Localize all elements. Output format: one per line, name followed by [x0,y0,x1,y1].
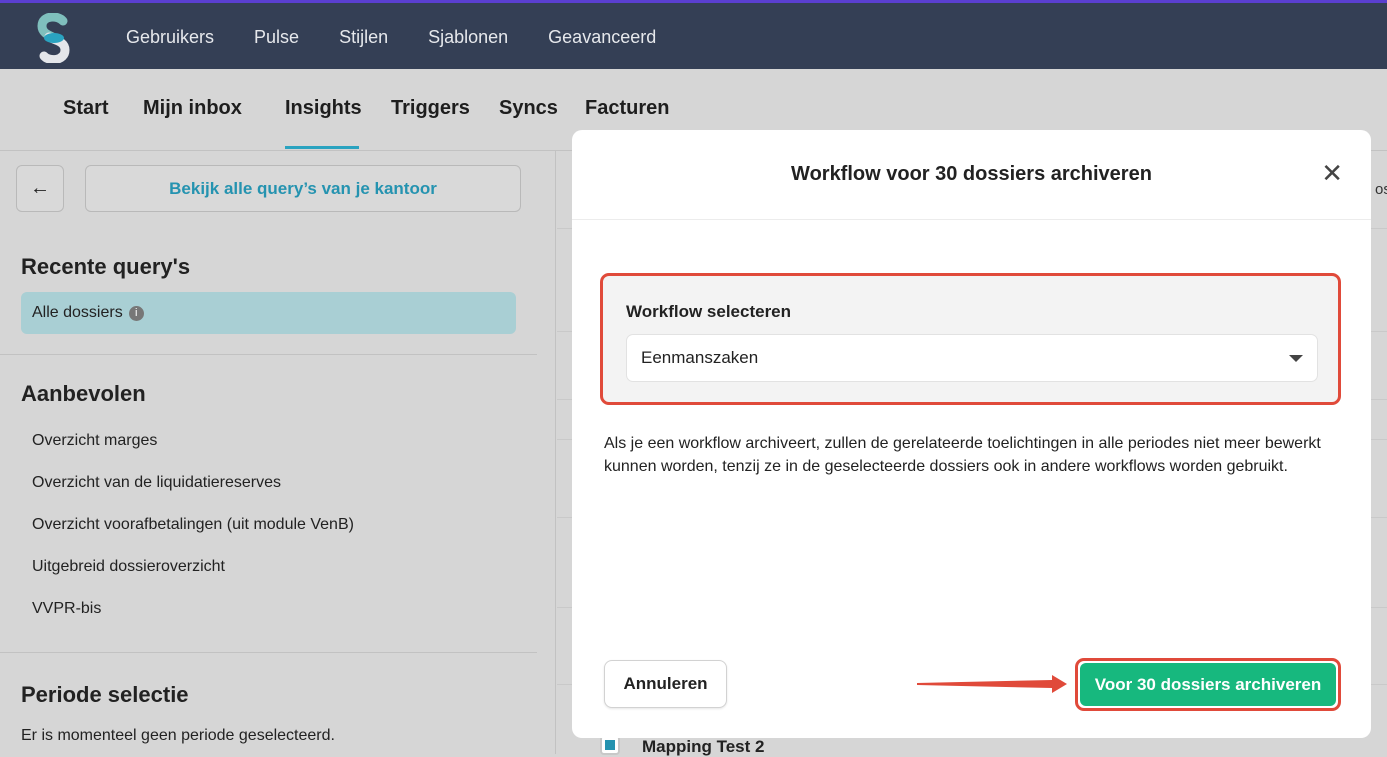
confirm-archive-button[interactable]: Voor 30 dossiers archiveren [1080,663,1336,706]
modal-title: Workflow voor 30 dossiers archiveren [791,163,1152,185]
background-column-header: oss [1375,181,1387,198]
nav-pulse[interactable]: Pulse [254,27,299,48]
nav-geavanceerd[interactable]: Geavanceerd [548,27,656,48]
divider [0,652,537,653]
recommended-item[interactable]: Overzicht van de liquidatiereserves [32,474,281,492]
tab-facturen[interactable]: Facturen [585,97,669,120]
row-label: Mapping Test 2 [642,737,765,756]
row-checkbox[interactable] [600,735,620,755]
top-navbar: Gebruikers Pulse Stijlen Sjablonen Geava… [0,0,1387,69]
modal-description: Als je een workflow archiveert, zullen d… [604,435,1321,475]
recommended-heading: Aanbevolen [21,381,146,406]
arrow-left-icon: ← [30,177,50,199]
recent-query-item[interactable]: Alle dossiers i [21,292,516,334]
recommended-item[interactable]: Uitgebreid dossieroverzicht [32,558,225,576]
cancel-button[interactable]: Annuleren [604,660,727,708]
chevron-down-icon [1289,355,1303,362]
recommended-item[interactable]: Overzicht voorafbetalingen (uit module V… [32,516,354,534]
recommended-item[interactable]: Overzicht marges [32,432,157,450]
tab-mijn-inbox[interactable]: Mijn inbox [143,97,242,120]
sidebar: ← Bekijk alle query’s van je kantoor Rec… [0,151,556,754]
workflow-select-section: Workflow selecteren Eenmanszaken [600,273,1341,405]
period-text: Er is momenteel geen periode geselecteer… [21,727,335,744]
close-icon[interactable]: ✕ [1321,160,1343,186]
tab-syncs[interactable]: Syncs [499,97,558,120]
active-tab-indicator [285,146,359,149]
tab-insights[interactable]: Insights [285,97,362,120]
info-icon[interactable]: i [128,306,144,321]
period-heading: Periode selectie [21,682,189,707]
nav-sjablonen[interactable]: Sjablonen [428,27,508,48]
recent-query-label: Alle dossiers [32,304,123,321]
workflow-select[interactable]: Eenmanszaken [626,334,1318,382]
annotation-arrow-icon [917,675,1067,693]
workflow-select-value: Eenmanszaken [641,348,759,367]
recent-queries-heading: Recente query's [21,254,191,279]
recommended-item[interactable]: VVPR-bis [32,600,101,618]
tab-triggers[interactable]: Triggers [391,97,470,120]
all-queries-button[interactable]: Bekijk alle query’s van je kantoor [85,165,521,212]
modal-header: Workflow voor 30 dossiers archiveren ✕ [572,130,1371,220]
tab-start[interactable]: Start [63,97,109,120]
workflow-select-label: Workflow selecteren [626,302,792,321]
nav-stijlen[interactable]: Stijlen [339,27,388,48]
confirm-highlight: Voor 30 dossiers archiveren [1075,658,1341,711]
divider [0,354,537,355]
archive-workflow-modal: Workflow voor 30 dossiers archiveren ✕ W… [572,130,1371,738]
app-logo[interactable] [36,13,70,63]
back-button[interactable]: ← [16,165,64,212]
nav-gebruikers[interactable]: Gebruikers [126,27,214,48]
